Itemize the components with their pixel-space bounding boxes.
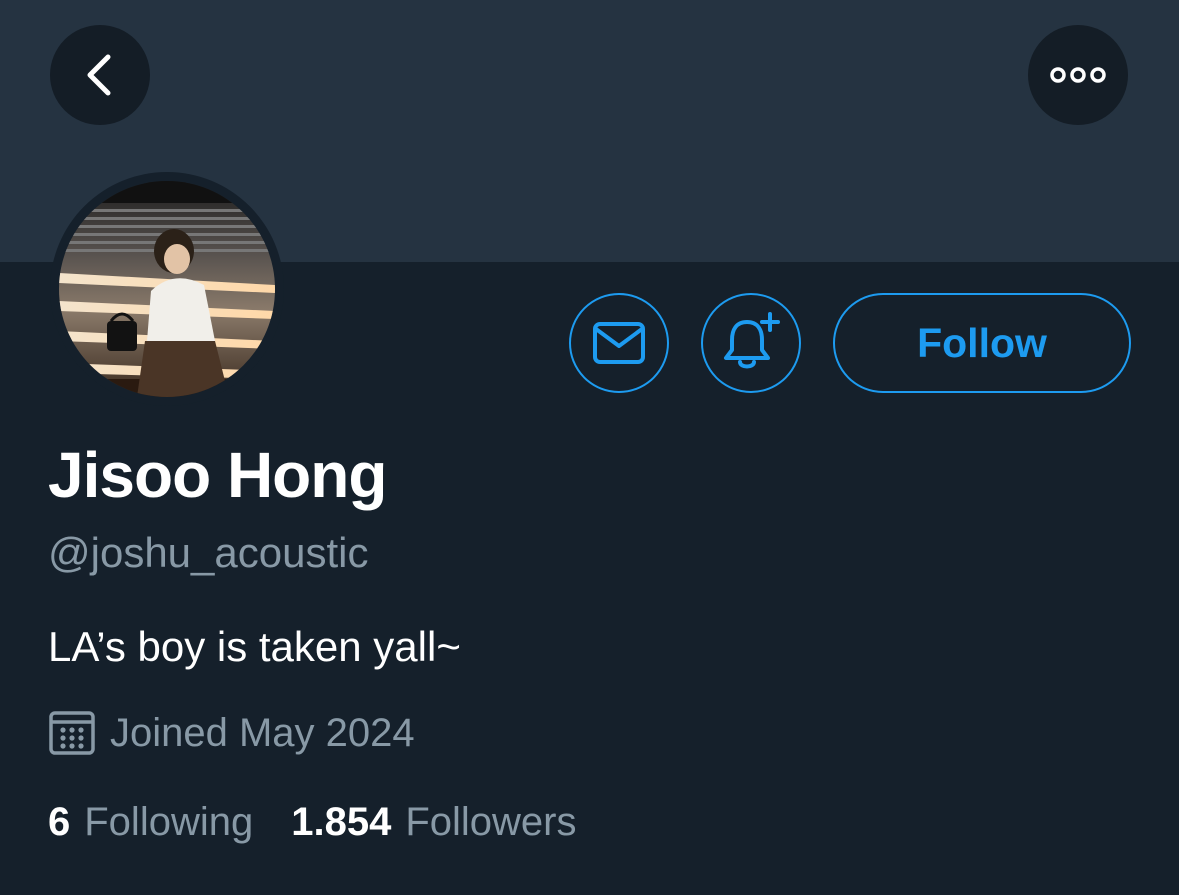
follow-stats: 6 Following 1.854 Followers [48,800,576,845]
display-name: Jisoo Hong [48,439,387,511]
envelope-icon [593,322,645,364]
avatar-container[interactable] [50,172,284,406]
calendar-icon [48,709,96,757]
following-label: Following [84,800,254,844]
avatar-photo [59,181,275,397]
message-button[interactable] [569,293,669,393]
joined-label: Joined May 2024 [110,710,415,755]
following-link[interactable]: 6 Following [48,800,253,845]
username-handle: @joshu_acoustic [48,529,369,576]
bell-plus-icon [724,312,780,369]
followers-label: Followers [405,800,577,844]
notifications-button[interactable] [701,293,801,393]
more-options-button[interactable] [1028,25,1128,125]
avatar[interactable] [59,181,275,397]
followers-count: 1.854 [291,800,392,844]
more-horizontal-icon [1050,67,1106,83]
profile-page: Follow Jisoo Hong @joshu_acoustic LA’s b… [0,0,1179,895]
chevron-left-icon [87,54,111,96]
back-button[interactable] [50,25,150,125]
profile-bio: LA’s boy is taken yall~ [48,623,461,670]
following-count: 6 [48,800,71,844]
followers-link[interactable]: 1.854 Followers [291,800,576,845]
joined-date: Joined May 2024 [48,706,415,760]
follow-button[interactable]: Follow [833,293,1131,393]
